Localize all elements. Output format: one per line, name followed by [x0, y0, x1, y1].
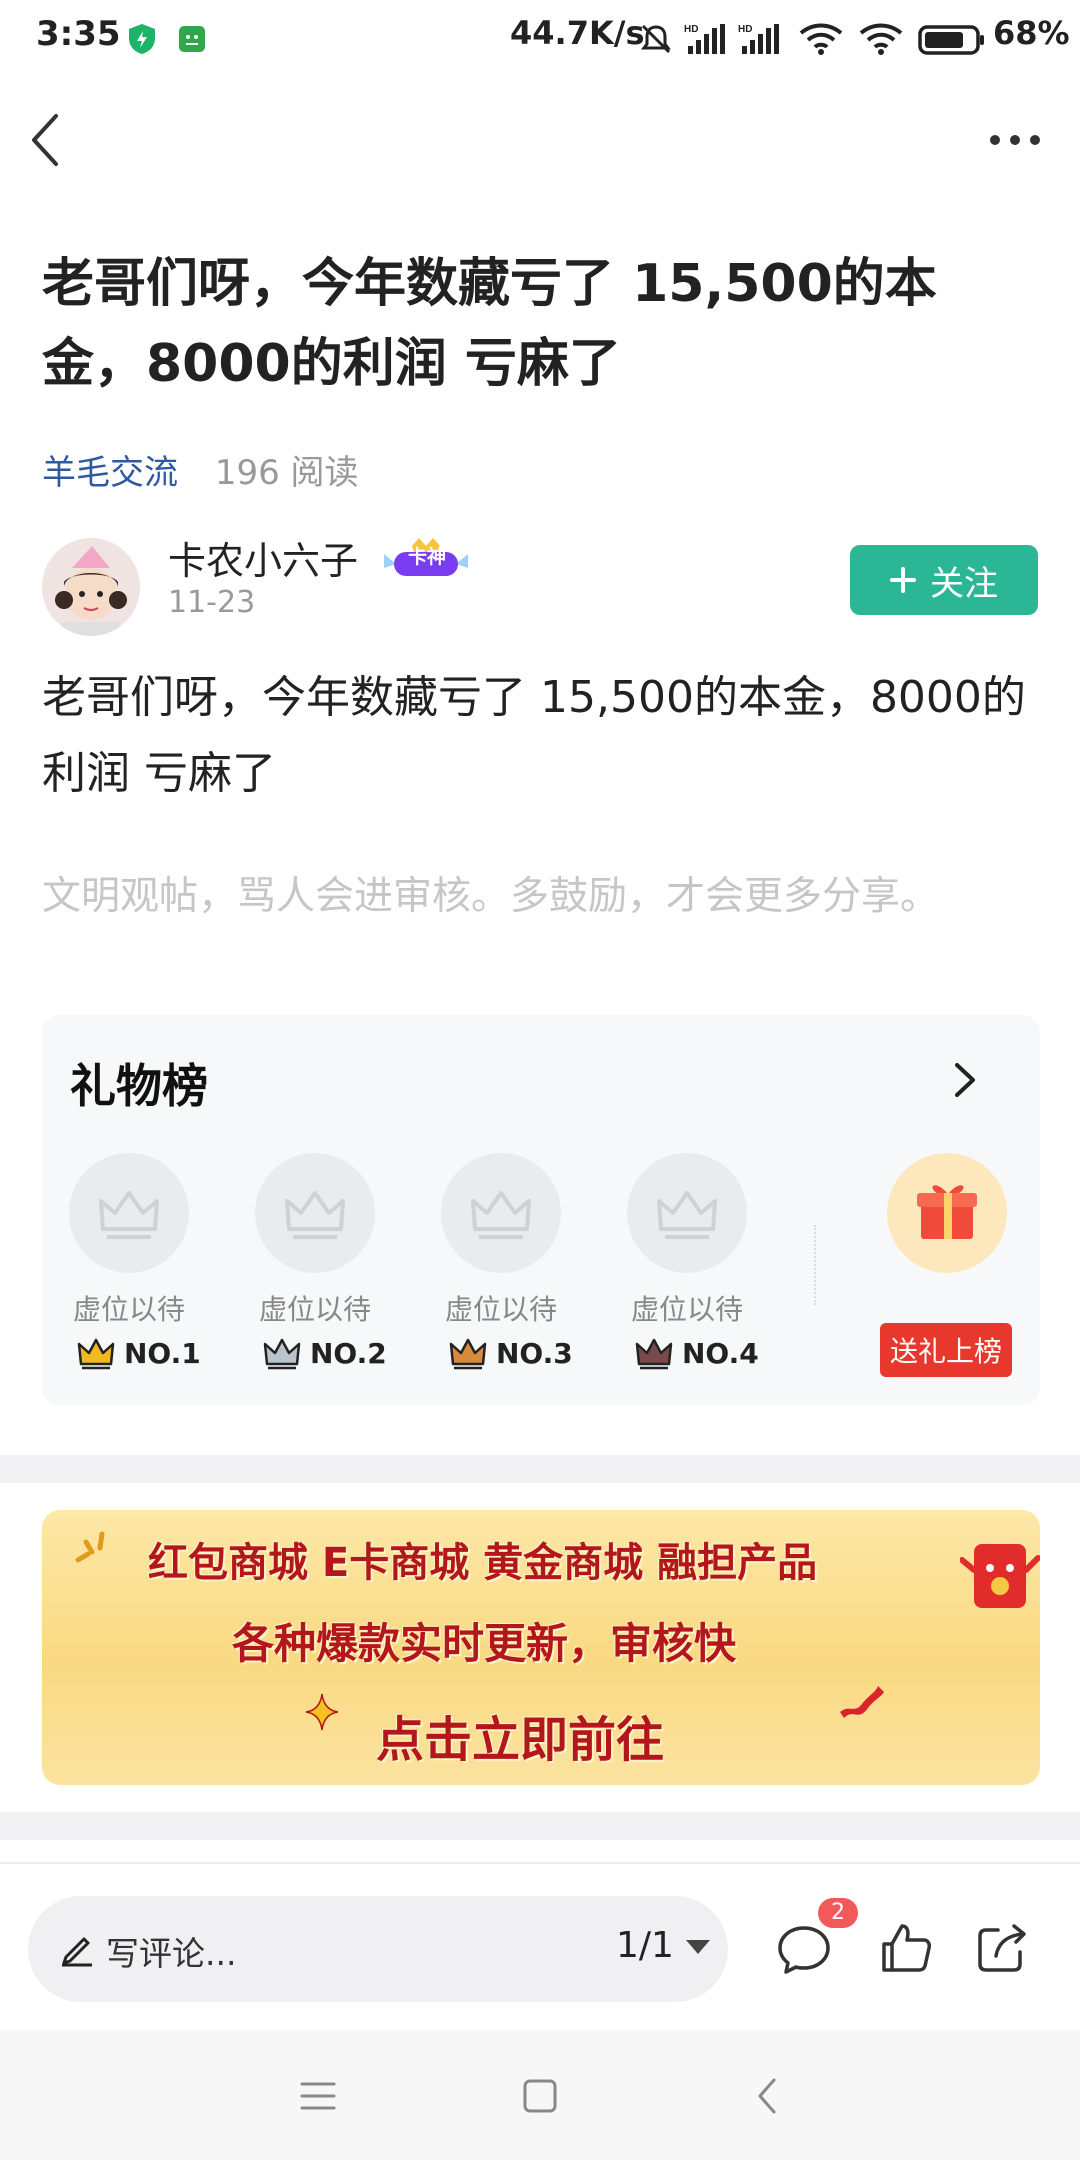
menu-icon[interactable] [298, 2076, 338, 2116]
rank-label: NO.3 [496, 1336, 573, 1370]
thumbs-up-icon[interactable] [878, 1920, 934, 1976]
svg-text:HD: HD [684, 24, 698, 35]
badge-label: 卡神 [408, 546, 447, 568]
gift-slot-rank: NO.3 [448, 1336, 573, 1370]
avatar-image [42, 538, 140, 636]
category-link[interactable]: 羊毛交流 [42, 453, 178, 493]
status-bar: 3:35 44.7K/s HD HD 68% [0, 0, 1080, 80]
author-name[interactable]: 卡农小六子 [168, 530, 358, 585]
gift-icon-button[interactable] [887, 1153, 1007, 1273]
post-body: 老哥们呀，今年数藏亏了 15,500的本金，8000的利润 亏麻了 [42, 672, 1026, 799]
gift-separator [814, 1225, 816, 1305]
follow-button[interactable]: 关注 [850, 545, 1038, 615]
wifi-icon [799, 23, 843, 55]
gift-icon [917, 1185, 977, 1239]
rank-label: NO.2 [310, 1336, 387, 1370]
svg-text:HD: HD [738, 24, 752, 35]
more-dots-icon[interactable] [985, 115, 1045, 165]
send-gift-button[interactable]: 送礼上榜 [880, 1323, 1012, 1377]
crown-outline-icon [99, 1191, 159, 1239]
crown-outline-icon [657, 1191, 717, 1239]
banner-line-3: 点击立即前往 [376, 1712, 665, 1768]
red-packet-mascot-icon [960, 1544, 1040, 1608]
ribbon-icon [840, 1686, 884, 1718]
crown-outline-icon [285, 1191, 345, 1239]
gift-slot-label: 虚位以待 [258, 1293, 371, 1326]
gift-slot-label: 虚位以待 [630, 1293, 743, 1326]
crown-bronze-icon [449, 1338, 487, 1370]
gift-slot-rank: NO.1 [76, 1336, 201, 1370]
plus-icon [890, 567, 916, 593]
crown-silver-icon [263, 1338, 301, 1370]
status-time: 3:35 [36, 14, 121, 54]
gift-slot-avatar [255, 1153, 375, 1273]
gift-slot-rank: NO.2 [262, 1336, 387, 1370]
star-sparkle-icon [305, 1693, 339, 1731]
gift-slot-rank: NO.4 [634, 1336, 759, 1370]
civility-hint: 文明观帖，骂人会进审核。多鼓励，才会更多分享。 [42, 874, 940, 919]
section-divider [0, 1455, 1080, 1483]
sparkle-lines-icon [75, 1531, 105, 1563]
share-icon[interactable] [974, 1920, 1030, 1976]
page-dropdown-icon[interactable] [686, 1940, 710, 1954]
follow-label: 关注 [930, 564, 998, 603]
gift-slot-avatar [69, 1153, 189, 1273]
shield-icon [129, 24, 155, 54]
gift-slot-avatar [441, 1153, 561, 1273]
gift-slot-label: 虚位以待 [72, 1293, 185, 1326]
author-badge: 卡神 [376, 534, 476, 584]
post-date: 11-23 [168, 585, 256, 620]
back-arrow-icon[interactable] [24, 110, 74, 170]
nav-back-icon[interactable] [748, 2076, 788, 2116]
home-square-icon[interactable] [520, 2076, 560, 2116]
crown-gold-icon [77, 1338, 115, 1370]
android-icon [179, 26, 205, 52]
gift-slot-avatar [627, 1153, 747, 1273]
mute-icon [641, 24, 671, 54]
read-count: 196 阅读 [214, 453, 359, 493]
signal-hd-icon: HD [738, 24, 779, 54]
post-meta: 羊毛交流 196 阅读 [42, 445, 359, 494]
comment-count-badge: 2 [818, 1898, 858, 1928]
banner-line-1: 红包商城 E卡商城 黄金商城 融担产品 [148, 1540, 818, 1586]
chevron-right-icon[interactable] [945, 1055, 985, 1105]
signal-hd-icon: HD [684, 24, 725, 54]
pen-icon [62, 1937, 92, 1967]
gift-slot-label: 虚位以待 [444, 1293, 557, 1326]
battery-icon [918, 25, 984, 55]
crown-dark-icon [635, 1338, 673, 1370]
rank-label: NO.1 [124, 1336, 201, 1370]
rank-label: NO.4 [682, 1336, 759, 1370]
wifi-icon [859, 23, 903, 55]
bottom-bar-border [0, 1862, 1080, 1864]
section-divider [0, 1812, 1080, 1840]
comment-placeholder: 写评论... [106, 1934, 237, 1973]
comment-bubble-icon[interactable] [776, 1920, 832, 1976]
battery-percent: 68% [993, 14, 1070, 52]
page-indicator[interactable]: 1/1 [616, 1925, 674, 1966]
avatar[interactable] [42, 538, 140, 636]
post-title: 老哥们呀，今年数藏亏了 15,500的本金，8000的利润 亏麻了 [42, 254, 937, 394]
banner-line-2: 各种爆款实时更新，审核快 [232, 1619, 737, 1668]
net-speed: 44.7K/s [510, 14, 645, 52]
gift-board-title: 礼物榜 [70, 1059, 208, 1113]
crown-outline-icon [471, 1191, 531, 1239]
